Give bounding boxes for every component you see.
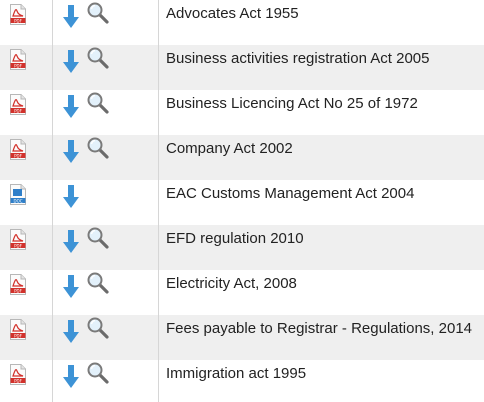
table-row: PDF EFD regulation 2010 — [0, 225, 484, 270]
document-title-cell[interactable]: Electricity Act, 2008 — [159, 270, 484, 315]
document-title-cell[interactable]: EFD regulation 2010 — [159, 225, 484, 270]
table-row: PDF Business Licencing Act No 25 of 1972 — [0, 90, 484, 135]
file-type-label: DOC — [13, 198, 22, 203]
actions-cell — [53, 360, 159, 402]
download-arrow-icon[interactable] — [62, 184, 80, 209]
actions-cell — [53, 135, 159, 180]
actions-cell — [53, 270, 159, 315]
download-arrow-icon[interactable] — [62, 4, 80, 29]
document-title-cell[interactable]: Fees payable to Registrar - Regulations,… — [159, 315, 484, 360]
file-type-cell: PDF — [0, 225, 53, 270]
file-type-cell: PDF — [0, 90, 53, 135]
document-title[interactable]: EAC Customs Management Act 2004 — [166, 185, 414, 202]
pdf-file-icon: PDF — [10, 319, 26, 340]
magnifier-icon[interactable] — [86, 226, 110, 250]
actions-cell — [53, 45, 159, 90]
pdf-file-icon: PDF — [10, 229, 26, 250]
file-type-label: PDF — [14, 243, 22, 248]
table-row: PDF Company Act 2002 — [0, 135, 484, 180]
document-title[interactable]: Business Licencing Act No 25 of 1972 — [166, 95, 418, 112]
pdf-file-icon: PDF — [10, 49, 26, 70]
document-title-cell[interactable]: Business activities registration Act 200… — [159, 45, 484, 90]
pdf-file-icon: PDF — [10, 364, 26, 385]
document-title[interactable]: Immigration act 1995 — [166, 365, 306, 382]
magnifier-icon[interactable] — [86, 361, 110, 385]
document-title[interactable]: Company Act 2002 — [166, 140, 293, 157]
file-type-cell: PDF — [0, 0, 53, 45]
pdf-file-icon: PDF — [10, 274, 26, 295]
magnifier-icon[interactable] — [86, 46, 110, 70]
download-arrow-icon[interactable] — [62, 319, 80, 344]
download-arrow-icon[interactable] — [62, 94, 80, 119]
table-row: PDF Electricity Act, 2008 — [0, 270, 484, 315]
document-title-cell[interactable]: Immigration act 1995 — [159, 360, 484, 402]
magnifier-icon[interactable] — [86, 91, 110, 115]
document-title[interactable]: Business activities registration Act 200… — [166, 50, 429, 67]
document-title-cell[interactable]: Advocates Act 1955 — [159, 0, 484, 45]
magnifier-icon[interactable] — [86, 136, 110, 160]
file-type-label: PDF — [14, 288, 22, 293]
table-row: DOC EAC Customs Management Act 2004 — [0, 180, 484, 225]
documents-table: PDF Advocates Act 1955 PDF Business acti… — [0, 0, 484, 402]
document-title[interactable]: EFD regulation 2010 — [166, 230, 304, 247]
file-type-cell: PDF — [0, 135, 53, 180]
magnifier-icon[interactable] — [86, 271, 110, 295]
file-type-label: PDF — [14, 153, 22, 158]
download-arrow-icon[interactable] — [62, 229, 80, 254]
actions-cell — [53, 225, 159, 270]
doc-file-icon: DOC — [10, 184, 26, 205]
magnifier-icon[interactable] — [86, 1, 110, 25]
actions-cell — [53, 90, 159, 135]
download-arrow-icon[interactable] — [62, 274, 80, 299]
file-type-cell: PDF — [0, 315, 53, 360]
file-type-cell: PDF — [0, 270, 53, 315]
document-title-cell[interactable]: EAC Customs Management Act 2004 — [159, 180, 484, 225]
file-type-cell: PDF — [0, 45, 53, 90]
document-title[interactable]: Electricity Act, 2008 — [166, 275, 297, 292]
table-row: PDF Immigration act 1995 — [0, 360, 484, 402]
pdf-file-icon: PDF — [10, 94, 26, 115]
actions-cell — [53, 315, 159, 360]
download-arrow-icon[interactable] — [62, 139, 80, 164]
document-title[interactable]: Fees payable to Registrar - Regulations,… — [166, 320, 472, 337]
actions-cell — [53, 180, 159, 225]
table-row: PDF Business activities registration Act… — [0, 45, 484, 90]
download-arrow-icon[interactable] — [62, 364, 80, 389]
actions-cell — [53, 0, 159, 45]
file-type-label: PDF — [14, 333, 22, 338]
pdf-file-icon: PDF — [10, 139, 26, 160]
file-type-cell: DOC — [0, 180, 53, 225]
pdf-file-icon: PDF — [10, 4, 26, 25]
document-title-cell[interactable]: Company Act 2002 — [159, 135, 484, 180]
file-type-label: PDF — [14, 108, 22, 113]
document-title-cell[interactable]: Business Licencing Act No 25 of 1972 — [159, 90, 484, 135]
file-type-label: PDF — [14, 18, 22, 23]
table-row: PDF Advocates Act 1955 — [0, 0, 484, 45]
table-row: PDF Fees payable to Registrar - Regulati… — [0, 315, 484, 360]
file-type-label: PDF — [14, 378, 22, 383]
document-title[interactable]: Advocates Act 1955 — [166, 5, 299, 22]
file-type-label: PDF — [14, 63, 22, 68]
download-arrow-icon[interactable] — [62, 49, 80, 74]
magnifier-icon[interactable] — [86, 316, 110, 340]
file-type-cell: PDF — [0, 360, 53, 402]
